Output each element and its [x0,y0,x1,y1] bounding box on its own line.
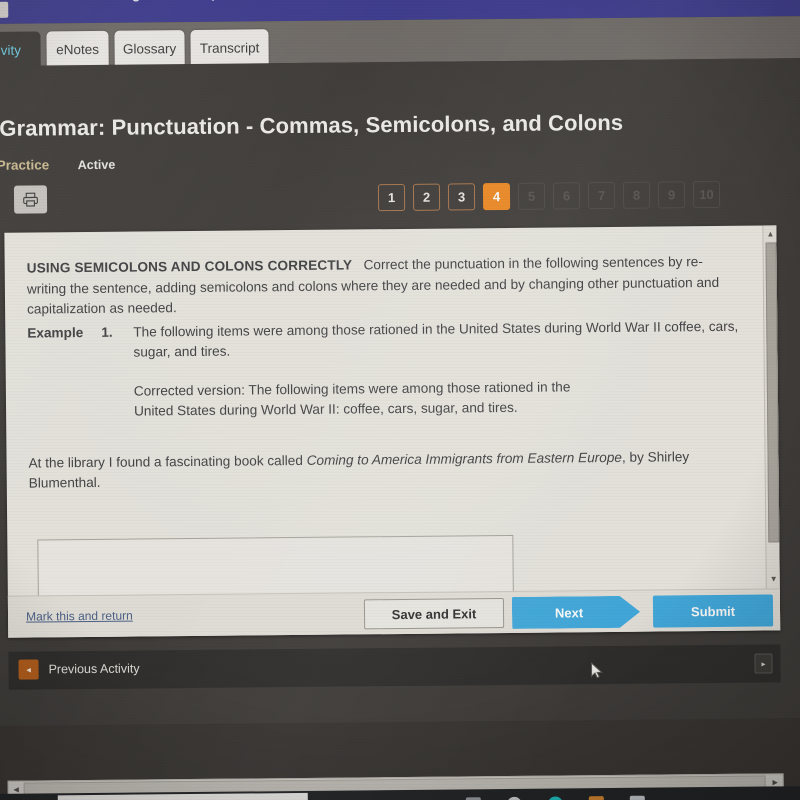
previous-activity-label[interactable]: Previous Activity [48,662,139,677]
corrected-label: Corrected version: [133,381,246,399]
mouse-cursor [591,662,603,679]
page-title: Grammar: Punctuation - Commas, Semicolon… [0,109,624,141]
pager-page-2[interactable]: 2 [412,183,441,211]
course-name: Clarke GSE English 11 CR (fall 2020) [36,0,273,2]
tab-glossary-label: Glossary [122,40,177,57]
tab-activity-label: Activity [0,42,22,58]
taskbar-search-input[interactable]: Type here to search [57,792,309,800]
pager-page-1[interactable]: 1 [377,183,406,212]
pager-page-8: 8 [622,181,651,209]
question-book-title: Coming to America Immigrants from Easter… [306,449,622,468]
printer-icon [23,192,38,207]
mark-this-and-return-link[interactable]: Mark this and return [26,609,133,624]
tray-icon-2[interactable] [506,796,522,800]
worksheet-heading: USING SEMICOLONS AND COLONS CORRECTLY [26,257,353,276]
tab-activity[interactable]: Activity [0,31,41,69]
pager-page-6: 6 [552,182,581,210]
example-label: Example [27,324,84,341]
status-badge-practice: Practice [0,157,50,173]
pager-page-10: 10 [692,180,721,209]
scroll-down-icon[interactable]: ▼ [767,571,781,585]
question-pager: 1 2 3 4 5 6 7 8 9 10 [377,180,721,212]
previous-activity-arrow-icon[interactable]: ◂ [18,659,39,680]
next-activity-arrow-icon[interactable]: ▸ [754,653,773,674]
taskbar-tray [444,786,800,800]
question-prompt: At the library I found a fascinating boo… [28,446,742,494]
worksheet-card: USING SEMICOLONS AND COLONS CORRECTLY Co… [4,225,781,638]
lesson-page: Grammar: Punctuation - Commas, Semicolon… [0,58,800,726]
header-left-tab-stub [0,1,9,19]
vertical-scroll-thumb[interactable] [765,242,780,543]
photographed-screen: Clarke GSE English 11 CR (fall 2020) Eng… [0,0,800,800]
tray-icon-3[interactable] [547,795,563,800]
worksheet-instructions-block: USING SEMICOLONS AND COLONS CORRECTLY Co… [27,252,742,320]
tab-transcript[interactable]: Transcript [190,29,269,67]
pager-page-7: 7 [587,181,616,210]
tab-transcript-label: Transcript [199,39,260,56]
tray-icon-4[interactable] [588,795,604,800]
print-button[interactable] [13,185,48,214]
submit-button[interactable]: Submit [652,594,774,628]
tab-enotes[interactable]: eNotes [46,30,109,68]
corrected-version-block: Corrected version: The following items w… [134,377,604,423]
pager-page-9: 9 [657,181,686,209]
activity-navigation-bar: ◂ Previous Activity ▸ [8,644,781,690]
worksheet-vertical-scrollbar[interactable]: ▲ ▼ [762,225,781,631]
save-and-exit-button[interactable]: Save and Exit [363,598,505,630]
tab-enotes-label: eNotes [56,41,100,57]
example-number: 1. [101,324,113,340]
pager-page-5: 5 [517,182,546,210]
scroll-up-icon[interactable]: ▲ [763,226,777,240]
screen-surface: Clarke GSE English 11 CR (fall 2020) Eng… [0,0,800,800]
tab-glossary[interactable]: Glossary [114,30,185,67]
example-sentence: The following items were among those rat… [133,318,739,360]
worksheet-footer: Mark this and return Save and Exit Next … [7,588,781,638]
pager-page-3[interactable]: 3 [447,183,476,211]
tray-icon-5[interactable] [629,795,645,800]
example-row: Example 1. The following items were amon… [27,316,741,364]
pager-page-4[interactable]: 4 [482,182,511,211]
question-text-before: At the library I found a fascinating boo… [28,452,307,471]
next-button[interactable]: Next [512,596,640,629]
status-badge-active: Active [77,157,116,173]
